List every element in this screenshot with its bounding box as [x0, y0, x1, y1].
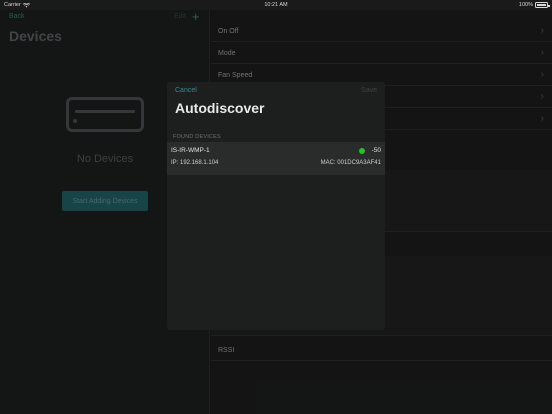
save-button[interactable]: Save [361, 87, 377, 94]
battery-indicator: 100% [518, 2, 550, 8]
autodiscover-dialog: Cancel Save Autodiscover FOUND DEVICES I… [167, 82, 385, 330]
clock: 10:21 AM [264, 2, 288, 8]
status-bar: Carrier 10:21 AM 100% [0, 0, 552, 10]
device-name: IS-IR-WMP-1 [171, 147, 210, 154]
device-ip: IP: 192.168.1.104 [171, 160, 219, 166]
signal-status-icon [359, 148, 365, 154]
device-rssi: -50 [371, 147, 381, 154]
battery-icon [535, 2, 550, 8]
battery-percent: 100% [518, 2, 533, 8]
section-header: FOUND DEVICES [173, 134, 221, 140]
list-item[interactable]: IS-IR-WMP-1 -50 IP: 192.168.1.104 MAC: 0… [167, 142, 385, 175]
device-mac: MAC: 001DC9A3AF41 [320, 160, 381, 166]
dialog-title: Autodiscover [175, 100, 265, 116]
cancel-button[interactable]: Cancel [175, 87, 197, 94]
